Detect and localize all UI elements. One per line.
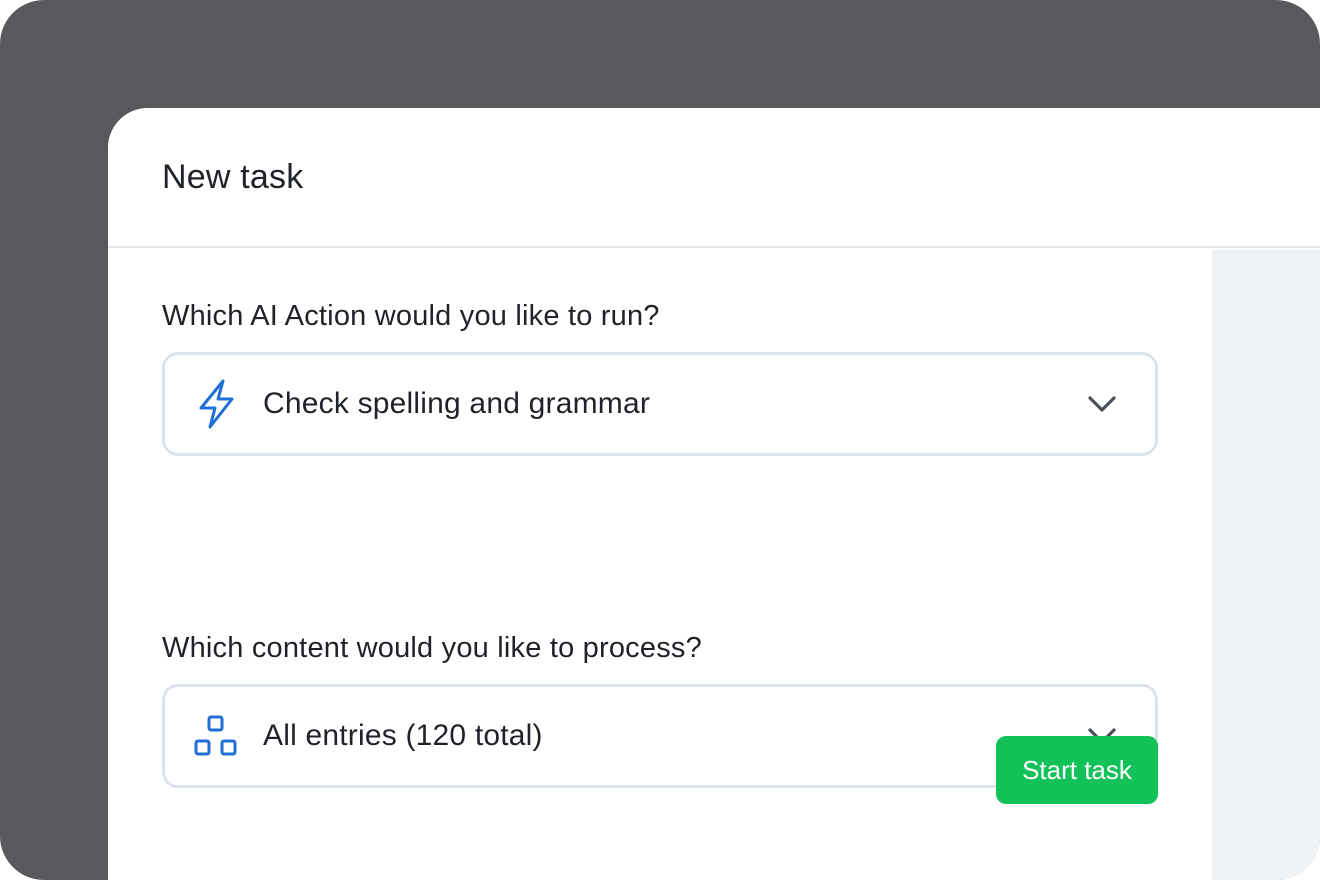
- dialog-header: New task: [108, 108, 1320, 248]
- content-value: All entries (120 total): [263, 719, 543, 752]
- lightning-bolt-icon: [193, 377, 239, 431]
- chevron-down-icon: [1085, 387, 1119, 421]
- new-task-dialog: New task Which AI Action would you like …: [108, 108, 1320, 880]
- dialog-title: New task: [162, 158, 304, 196]
- ai-action-value: Check spelling and grammar: [263, 387, 651, 420]
- side-panel-strip: [1212, 250, 1320, 880]
- content-label: Which content would you like to process?: [162, 632, 702, 664]
- entries-blocks-icon: [193, 709, 239, 763]
- task-form: Which AI Action would you like to run? C…: [108, 250, 1212, 880]
- ai-action-label: Which AI Action would you like to run?: [162, 300, 660, 332]
- app-frame: New task Which AI Action would you like …: [0, 0, 1320, 880]
- ai-action-select[interactable]: Check spelling and grammar: [162, 352, 1158, 456]
- start-task-button[interactable]: Start task: [996, 736, 1158, 804]
